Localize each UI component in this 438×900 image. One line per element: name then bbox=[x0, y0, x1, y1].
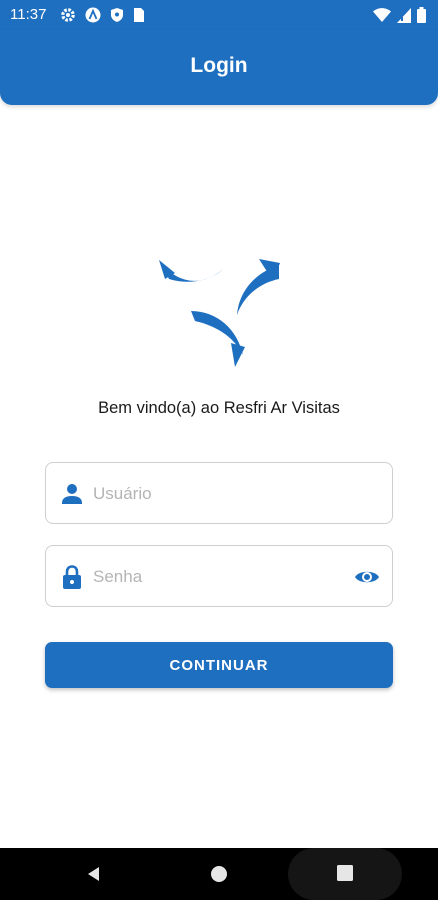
status-icons-right bbox=[373, 7, 426, 23]
battery-icon bbox=[417, 7, 426, 23]
eye-icon[interactable] bbox=[354, 565, 380, 589]
back-icon[interactable] bbox=[84, 865, 102, 883]
password-input[interactable] bbox=[91, 560, 345, 594]
status-time: 11:37 bbox=[10, 6, 47, 23]
welcome-text: Bem vindo(a) ao Resfri Ar Visitas bbox=[98, 399, 340, 417]
resfri-ar-logo bbox=[159, 259, 280, 367]
recents-icon[interactable] bbox=[337, 865, 353, 881]
page-title: Login bbox=[190, 54, 248, 77]
signal-icon bbox=[397, 7, 411, 23]
continue-button[interactable]: CONTINUAR bbox=[45, 642, 393, 688]
shield-icon bbox=[111, 8, 123, 22]
username-input[interactable] bbox=[91, 477, 345, 511]
sim-icon bbox=[134, 8, 144, 22]
password-field[interactable] bbox=[45, 545, 393, 607]
home-icon[interactable] bbox=[210, 865, 228, 883]
status-icons-left bbox=[60, 7, 145, 23]
gear-icon bbox=[61, 8, 75, 22]
person-icon bbox=[62, 484, 82, 504]
wifi-icon bbox=[373, 7, 391, 22]
username-field[interactable] bbox=[45, 462, 393, 524]
status-bar: 11:37 bbox=[0, 0, 438, 30]
a-icon bbox=[85, 7, 101, 23]
lock-icon bbox=[63, 565, 81, 589]
system-nav-bar bbox=[0, 848, 438, 900]
app-bar: Login bbox=[0, 30, 438, 105]
